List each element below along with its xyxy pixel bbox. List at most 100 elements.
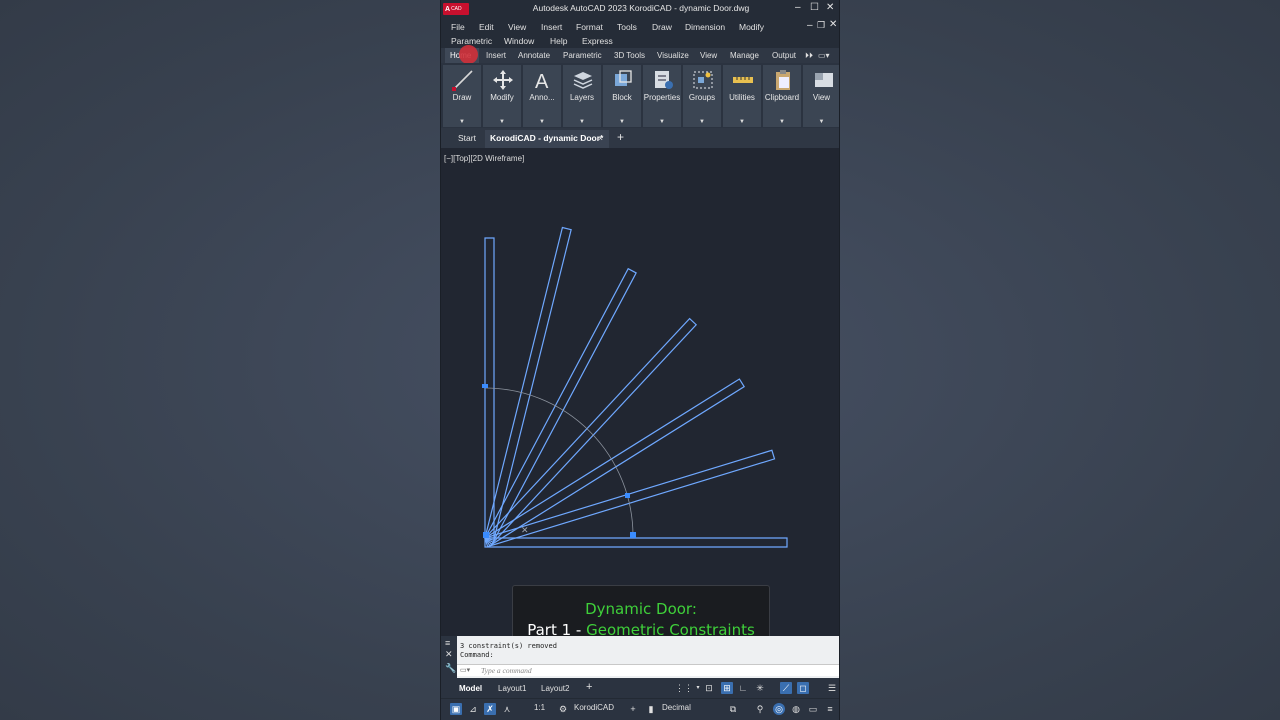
grip-top[interactable] xyxy=(482,384,488,388)
infer-constraints-icon[interactable]: ⊞ xyxy=(721,682,733,694)
tab-annotate[interactable]: Annotate xyxy=(518,51,550,60)
panel-utilities[interactable]: Utilities ▼ xyxy=(723,65,762,127)
annotation-scale-icon[interactable]: ⊿ xyxy=(467,703,479,715)
more-tabs-icon[interactable]: ⏵⏵ xyxy=(805,51,813,61)
tab-output[interactable]: Output xyxy=(772,51,796,60)
gear-icon[interactable]: ⚙ xyxy=(557,703,569,715)
doc-tab-start[interactable]: Start xyxy=(458,133,476,143)
command-input[interactable]: ▭▾ Type a command xyxy=(457,664,839,676)
prompt-icon[interactable]: ▭▾ xyxy=(460,666,470,674)
tab-layout1[interactable]: Layout1 xyxy=(498,684,526,693)
ribbon-tab-bar: Home Insert Annotate Parametric 3D Tools… xyxy=(441,48,839,63)
doc-minimize-icon[interactable]: – xyxy=(807,20,813,31)
units-icon[interactable]: ▮ xyxy=(645,703,657,715)
menu-express[interactable]: Express xyxy=(582,36,613,46)
tab-layout2[interactable]: Layout2 xyxy=(541,684,569,693)
panel-modify[interactable]: Modify ▼ xyxy=(483,65,522,127)
drawing-viewport[interactable]: ✕ [−][Top][2D Wireframe] Dynamic Door: P… xyxy=(441,148,839,651)
object-snap-icon[interactable]: ◻ xyxy=(797,682,809,694)
panel-properties-label: Properties xyxy=(643,93,681,102)
doc-tab-active[interactable]: KorodiCAD - dynamic Door* xyxy=(490,133,603,143)
grip-right[interactable] xyxy=(630,532,636,538)
tab-manage[interactable]: Manage xyxy=(730,51,759,60)
panel-draw[interactable]: Draw ▼ xyxy=(443,65,482,127)
chevron-down-icon: ▼ xyxy=(579,119,585,125)
panel-annotation-label: Anno... xyxy=(529,93,555,102)
snap-icon[interactable]: ⊡ xyxy=(703,682,715,694)
isolate-objects-icon[interactable]: ◎ xyxy=(773,703,785,715)
doc-close-icon[interactable]: ✕ xyxy=(829,19,837,30)
grip-mid[interactable] xyxy=(625,493,630,498)
layers-icon xyxy=(573,72,593,89)
workspace-selector[interactable]: KorodiCAD xyxy=(574,703,614,712)
tab-parametric[interactable]: Parametric xyxy=(563,51,602,60)
door-leaf[interactable] xyxy=(484,226,572,541)
tab-3d-tools[interactable]: 3D Tools xyxy=(614,51,645,60)
quick-properties-icon[interactable]: ⧉ xyxy=(727,703,739,715)
model-space-icon[interactable]: ▣ xyxy=(450,703,462,715)
door-leaf[interactable] xyxy=(484,378,746,547)
minimize-icon[interactable]: – xyxy=(795,2,801,13)
title-bar: A CAD Autodesk AutoCAD 2023 KorodiCAD - d… xyxy=(441,0,839,18)
annotation-scale[interactable]: 1:1 xyxy=(534,703,545,712)
crosshair-icon[interactable]: + xyxy=(627,703,639,715)
menu-tools[interactable]: Tools xyxy=(617,22,637,32)
panel-groups[interactable]: Groups ▼ xyxy=(683,65,722,127)
menu-modify[interactable]: Modify xyxy=(739,22,764,32)
menu-insert[interactable]: Insert xyxy=(541,22,562,32)
tab-visualize[interactable]: Visualize xyxy=(657,51,689,60)
door-leaf[interactable] xyxy=(484,537,788,548)
grip-base[interactable] xyxy=(483,532,489,538)
auto-scale-icon[interactable]: ⋏ xyxy=(501,703,513,715)
menu-help[interactable]: Help xyxy=(550,36,567,46)
text-icon: A xyxy=(535,71,549,92)
ortho-icon[interactable]: ∟ xyxy=(737,682,749,694)
menu-file[interactable]: File xyxy=(451,22,465,32)
door-drawing: ✕ xyxy=(482,226,788,548)
menu-view[interactable]: View xyxy=(508,22,526,32)
menu-icon[interactable]: ≡ xyxy=(824,703,836,715)
tab-view[interactable]: View xyxy=(700,51,717,60)
ribbon-minimize-icon[interactable]: ▭▾ xyxy=(818,51,830,60)
panel-view[interactable]: View ▼ xyxy=(803,65,839,127)
panel-clipboard[interactable]: Clipboard ▼ xyxy=(763,65,802,127)
panel-draw-label: Draw xyxy=(452,93,472,102)
isodraft-icon[interactable]: ⟋ xyxy=(780,682,792,694)
svg-text:A: A xyxy=(535,71,549,92)
properties-icon xyxy=(655,71,673,89)
doc-tab-close-icon[interactable]: × xyxy=(598,133,603,143)
panel-annotation[interactable]: A Anno... ▼ xyxy=(523,65,562,127)
annotation-visibility-icon[interactable]: ✗ xyxy=(484,703,496,715)
units-selector[interactable]: Decimal xyxy=(662,703,691,712)
chevron-down-icon: ▼ xyxy=(499,119,505,125)
add-tab-icon[interactable]: + xyxy=(617,130,624,144)
drag-handle-icon[interactable]: ≡ xyxy=(445,638,450,648)
panel-block[interactable]: Block ▼ xyxy=(603,65,642,127)
panel-properties[interactable]: Properties ▼ xyxy=(643,65,682,127)
tab-model[interactable]: Model xyxy=(459,684,482,693)
maximize-icon[interactable]: ☐ xyxy=(810,2,819,13)
polar-icon[interactable]: ✳ xyxy=(754,682,766,694)
panel-clipboard-label: Clipboard xyxy=(764,93,800,102)
viewport-controls[interactable]: [−][Top][2D Wireframe] xyxy=(444,154,524,163)
menu-draw[interactable]: Draw xyxy=(652,22,672,32)
clean-screen-icon[interactable]: ▭ xyxy=(807,703,819,715)
close-icon[interactable]: ✕ xyxy=(826,2,834,13)
hardware-acceleration-icon[interactable]: ◍ xyxy=(790,703,802,715)
wrench-icon[interactable]: 🔧 xyxy=(445,663,456,674)
lock-ui-icon[interactable]: ⚲ xyxy=(754,703,766,715)
door-leaf[interactable] xyxy=(484,317,698,545)
grid-icon[interactable]: ⋮⋮ xyxy=(675,682,693,694)
menu-parametric[interactable]: Parametric xyxy=(451,36,492,46)
add-layout-icon[interactable]: + xyxy=(586,681,592,693)
customize-icon[interactable]: ☰ xyxy=(826,682,838,694)
panel-layers[interactable]: Layers ▼ xyxy=(563,65,602,127)
menu-dimension[interactable]: Dimension xyxy=(685,22,725,32)
menu-window[interactable]: Window xyxy=(504,36,534,46)
command-line-handle[interactable]: ≡ ✕ 🔧 xyxy=(441,636,457,678)
doc-restore-icon[interactable]: ❐ xyxy=(817,20,825,31)
tab-insert[interactable]: Insert xyxy=(486,51,506,60)
menu-edit[interactable]: Edit xyxy=(479,22,494,32)
menu-format[interactable]: Format xyxy=(576,22,603,32)
close-icon[interactable]: ✕ xyxy=(445,649,453,660)
